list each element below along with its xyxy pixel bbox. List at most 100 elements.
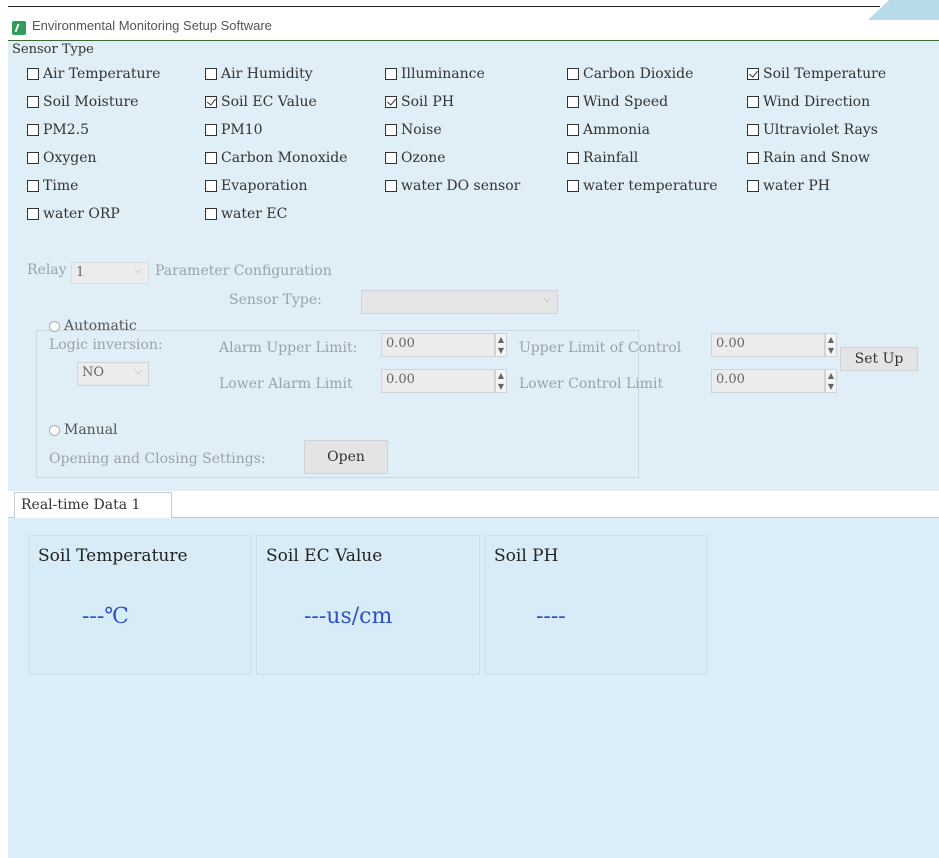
- checkbox-icon[interactable]: [205, 208, 217, 220]
- relay-select[interactable]: 1 ⌵: [71, 262, 149, 284]
- checkbox-icon[interactable]: [27, 124, 39, 136]
- chevron-down-icon: ⌵: [134, 366, 142, 377]
- upper-limit-control-input[interactable]: 0.00: [711, 333, 825, 357]
- sensor-checkbox-item[interactable]: Soil Moisture: [27, 94, 138, 110]
- sensor-checkbox-label: Oxygen: [43, 150, 97, 166]
- sensor-checkbox-label: Carbon Dioxide: [583, 66, 694, 82]
- checkbox-icon[interactable]: [205, 152, 217, 164]
- window-title: Environmental Monitoring Setup Software: [32, 18, 272, 33]
- sensor-checkbox-item[interactable]: Time: [27, 178, 78, 194]
- checkbox-icon[interactable]: [385, 152, 397, 164]
- sensor-checkbox-label: water DO sensor: [401, 178, 521, 194]
- sensor-checkbox-item[interactable]: Carbon Monoxide: [205, 150, 347, 166]
- checkbox-checked-icon[interactable]: [385, 96, 397, 108]
- sensor-checkbox-label: Soil Moisture: [43, 94, 139, 110]
- lower-control-limit-input[interactable]: 0.00: [711, 369, 825, 393]
- tab-realtime-data-1[interactable]: Real-time Data 1: [14, 492, 172, 518]
- checkbox-icon[interactable]: [747, 96, 759, 108]
- checkbox-icon[interactable]: [747, 152, 759, 164]
- sensor-checkbox-item[interactable]: Evaporation: [205, 178, 307, 194]
- sensor-checkbox-label: Wind Direction: [763, 94, 871, 110]
- sensor-checkbox-item[interactable]: Ammonia: [567, 122, 650, 138]
- chevron-down-icon: ⌵: [134, 265, 142, 276]
- checkbox-icon[interactable]: [27, 68, 39, 80]
- sensor-checkbox-label: Noise: [401, 122, 442, 138]
- sensor-checkbox-item[interactable]: Ultraviolet Rays: [747, 122, 878, 138]
- sensor-checkbox-label: Air Temperature: [43, 66, 161, 82]
- checkbox-icon[interactable]: [567, 68, 579, 80]
- sensor-checkbox-item[interactable]: water temperature: [567, 178, 717, 194]
- checkbox-icon[interactable]: [385, 180, 397, 192]
- checkbox-icon[interactable]: [567, 180, 579, 192]
- relay-sensor-type-select[interactable]: ⌵: [361, 290, 558, 314]
- upper-control-spinner[interactable]: ▲ ▼: [825, 333, 837, 357]
- logic-inversion-label: Logic inversion:: [49, 337, 163, 353]
- automatic-radio[interactable]: [49, 321, 60, 332]
- checkbox-icon[interactable]: [385, 124, 397, 136]
- relay-label: Relay: [27, 262, 67, 278]
- sensor-type-label: Sensor Type: [12, 42, 94, 57]
- alarm-upper-spinner[interactable]: ▲ ▼: [495, 333, 507, 357]
- checkbox-icon[interactable]: [205, 124, 217, 136]
- checkbox-icon[interactable]: [205, 180, 217, 192]
- relay-select-value: 1: [76, 265, 85, 280]
- sensor-checkbox-item[interactable]: Soil Temperature: [747, 66, 886, 82]
- open-button[interactable]: Open: [304, 440, 388, 474]
- sensor-checkbox-item[interactable]: Air Temperature: [27, 66, 160, 82]
- checkbox-icon[interactable]: [27, 96, 39, 108]
- sensor-checkbox-item[interactable]: Noise: [385, 122, 442, 138]
- sensor-checkbox-label: Ultraviolet Rays: [763, 122, 878, 138]
- sensor-checkbox-label: Wind Speed: [583, 94, 669, 110]
- sensor-checkbox-label: Carbon Monoxide: [221, 150, 348, 166]
- sensor-checkbox-item[interactable]: Oxygen: [27, 150, 97, 166]
- checkbox-icon[interactable]: [747, 124, 759, 136]
- sensor-checkbox-item[interactable]: PM10: [205, 122, 263, 138]
- sensor-checkbox-label: water EC: [221, 206, 288, 222]
- manual-radio[interactable]: [49, 425, 60, 436]
- lower-alarm-spinner[interactable]: ▲ ▼: [495, 369, 507, 393]
- lower-alarm-limit-input[interactable]: 0.00: [381, 369, 495, 393]
- sensor-checkbox-item[interactable]: Soil EC Value: [205, 94, 317, 110]
- sensor-checkbox-item[interactable]: Carbon Dioxide: [567, 66, 693, 82]
- sensor-checkbox-item[interactable]: Ozone: [385, 150, 446, 166]
- sensor-checkbox-label: Rain and Snow: [763, 150, 870, 166]
- sensor-checkbox-label: Soil Temperature: [763, 66, 887, 82]
- checkbox-icon[interactable]: [27, 152, 39, 164]
- logic-inversion-select[interactable]: NO ⌵: [77, 362, 149, 386]
- checkbox-icon[interactable]: [567, 152, 579, 164]
- checkbox-icon[interactable]: [27, 208, 39, 220]
- sensor-checkbox-item[interactable]: PM2.5: [27, 122, 89, 138]
- lower-control-limit-label: Lower Control Limit: [519, 376, 664, 392]
- checkbox-icon[interactable]: [567, 96, 579, 108]
- checkbox-icon[interactable]: [205, 68, 217, 80]
- sensor-checkbox-item[interactable]: water EC: [205, 206, 287, 222]
- sensor-checkbox-item[interactable]: Wind Direction: [747, 94, 870, 110]
- sensor-checkbox-item[interactable]: Air Humidity: [205, 66, 313, 82]
- alarm-upper-limit-input[interactable]: 0.00: [381, 333, 495, 357]
- sensor-checkbox-item[interactable]: water ORP: [27, 206, 120, 222]
- sensor-checkbox-item[interactable]: Soil PH: [385, 94, 454, 110]
- set-up-button[interactable]: Set Up: [840, 347, 918, 371]
- sensor-checkbox-label: Soil EC Value: [221, 94, 317, 110]
- checkbox-icon[interactable]: [567, 124, 579, 136]
- automatic-label: Automatic: [64, 318, 137, 334]
- sensor-checkbox-item[interactable]: Wind Speed: [567, 94, 668, 110]
- lower-control-spinner[interactable]: ▲ ▼: [825, 369, 837, 393]
- sensor-checkbox-item[interactable]: water PH: [747, 178, 830, 194]
- checkbox-checked-icon[interactable]: [747, 68, 759, 80]
- window-top-border: [8, 6, 880, 7]
- sensor-checkbox-item[interactable]: Rainfall: [567, 150, 638, 166]
- checkbox-icon[interactable]: [27, 180, 39, 192]
- logic-inversion-value: NO: [82, 365, 105, 380]
- checkbox-icon[interactable]: [747, 180, 759, 192]
- sensor-checkbox-item[interactable]: Illuminance: [385, 66, 485, 82]
- checkbox-checked-icon[interactable]: [205, 96, 217, 108]
- relay-sensor-type-label: Sensor Type:: [229, 292, 322, 308]
- sensor-checkbox-item[interactable]: water DO sensor: [385, 178, 520, 194]
- alarm-upper-limit-label: Alarm Upper Limit:: [219, 340, 358, 356]
- sensor-checkbox-item[interactable]: Rain and Snow: [747, 150, 870, 166]
- sensor-checkbox-label: Ammonia: [583, 122, 650, 138]
- app-icon: [12, 21, 26, 35]
- card-value-soil-ec: ---us/cm: [304, 604, 393, 629]
- checkbox-icon[interactable]: [385, 68, 397, 80]
